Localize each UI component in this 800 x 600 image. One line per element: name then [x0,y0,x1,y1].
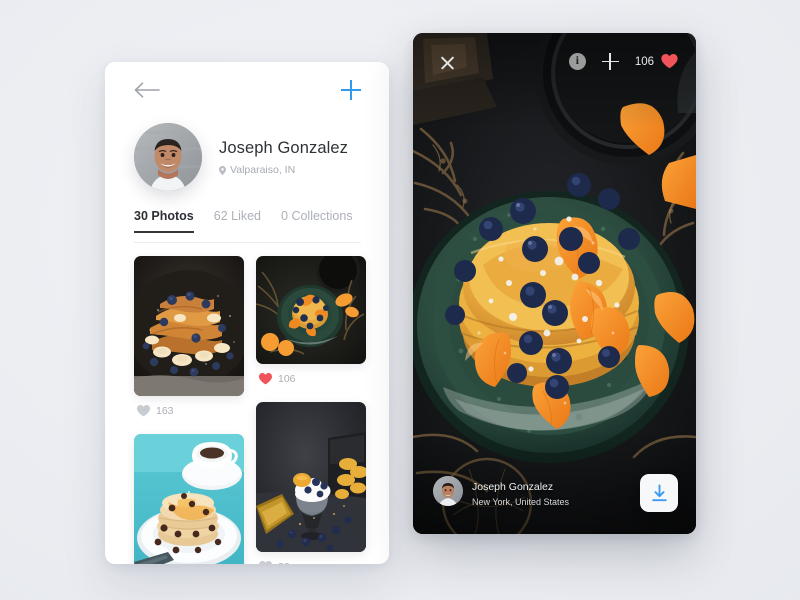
app-background: Joseph Gonzalez Valparaiso, IN 30 Photos… [0,0,800,600]
list-item: 88 [256,402,366,564]
add-to-collection-button[interactable] [601,53,619,70]
like-row[interactable]: 106 [256,364,366,396]
add-photo-button[interactable] [341,80,361,100]
photo-grid-column-right: 106 [256,256,366,564]
like-row[interactable]: 163 [134,396,244,428]
info-circle-icon[interactable]: i [568,53,586,70]
photo-thumbnail-pancake-plate-dark[interactable] [256,256,366,364]
list-item: 144 [134,434,244,564]
close-icon[interactable] [439,54,456,71]
photo-thumbnail-pancakes-turquoise[interactable] [134,434,244,564]
detail-topbar: i 106 [413,33,696,95]
tab-photos[interactable]: 30 Photos [134,209,194,233]
like-count: 163 [156,405,174,417]
heart-icon [137,405,150,417]
photo-location: New York, United States [472,497,570,507]
avatar [433,476,463,506]
heart-filled-icon [661,54,678,69]
tab-liked[interactable]: 62 Liked [214,209,261,233]
like-count: 106 [634,55,654,68]
back-arrow-icon[interactable] [134,81,160,99]
download-arrow-icon [651,483,667,501]
profile-identity: Joseph Gonzalez Valparaiso, IN [105,120,389,208]
heart-filled-icon [259,373,272,385]
download-button[interactable] [640,474,678,512]
photo-thumbnail-cream-dessert[interactable] [256,402,366,552]
photo-detail-card: i 106 Joseph Gonzalez New York, United S… [413,33,696,534]
photo-grid-column-left: 163 [134,256,244,564]
like-count: 88 [278,561,290,564]
like-button[interactable]: 106 [635,54,678,69]
list-item: 106 [256,256,366,396]
heart-icon [259,561,272,564]
profile-card: Joseph Gonzalez Valparaiso, IN 30 Photos… [105,62,389,564]
page-title: Joseph Gonzalez [219,139,348,157]
profile-topbar [105,62,389,118]
tabs-divider [134,242,361,243]
photo-thumbnail-french-toast[interactable] [134,256,244,396]
photographer-name: Joseph Gonzalez [472,481,554,493]
user-location-label: Valparaiso, IN [230,164,296,176]
profile-tabs: 30 Photos 62 Liked 0 Collections [134,209,360,243]
avatar [134,123,202,191]
like-row[interactable]: 88 [256,552,366,564]
like-count: 106 [278,373,296,385]
detail-footer: Joseph Gonzalez New York, United States [413,456,696,534]
tab-collections[interactable]: 0 Collections [281,209,353,233]
map-pin-icon [219,165,226,175]
list-item: 163 [134,256,244,428]
user-location: Valparaiso, IN [219,164,295,176]
detail-actions: i 106 [568,53,678,70]
